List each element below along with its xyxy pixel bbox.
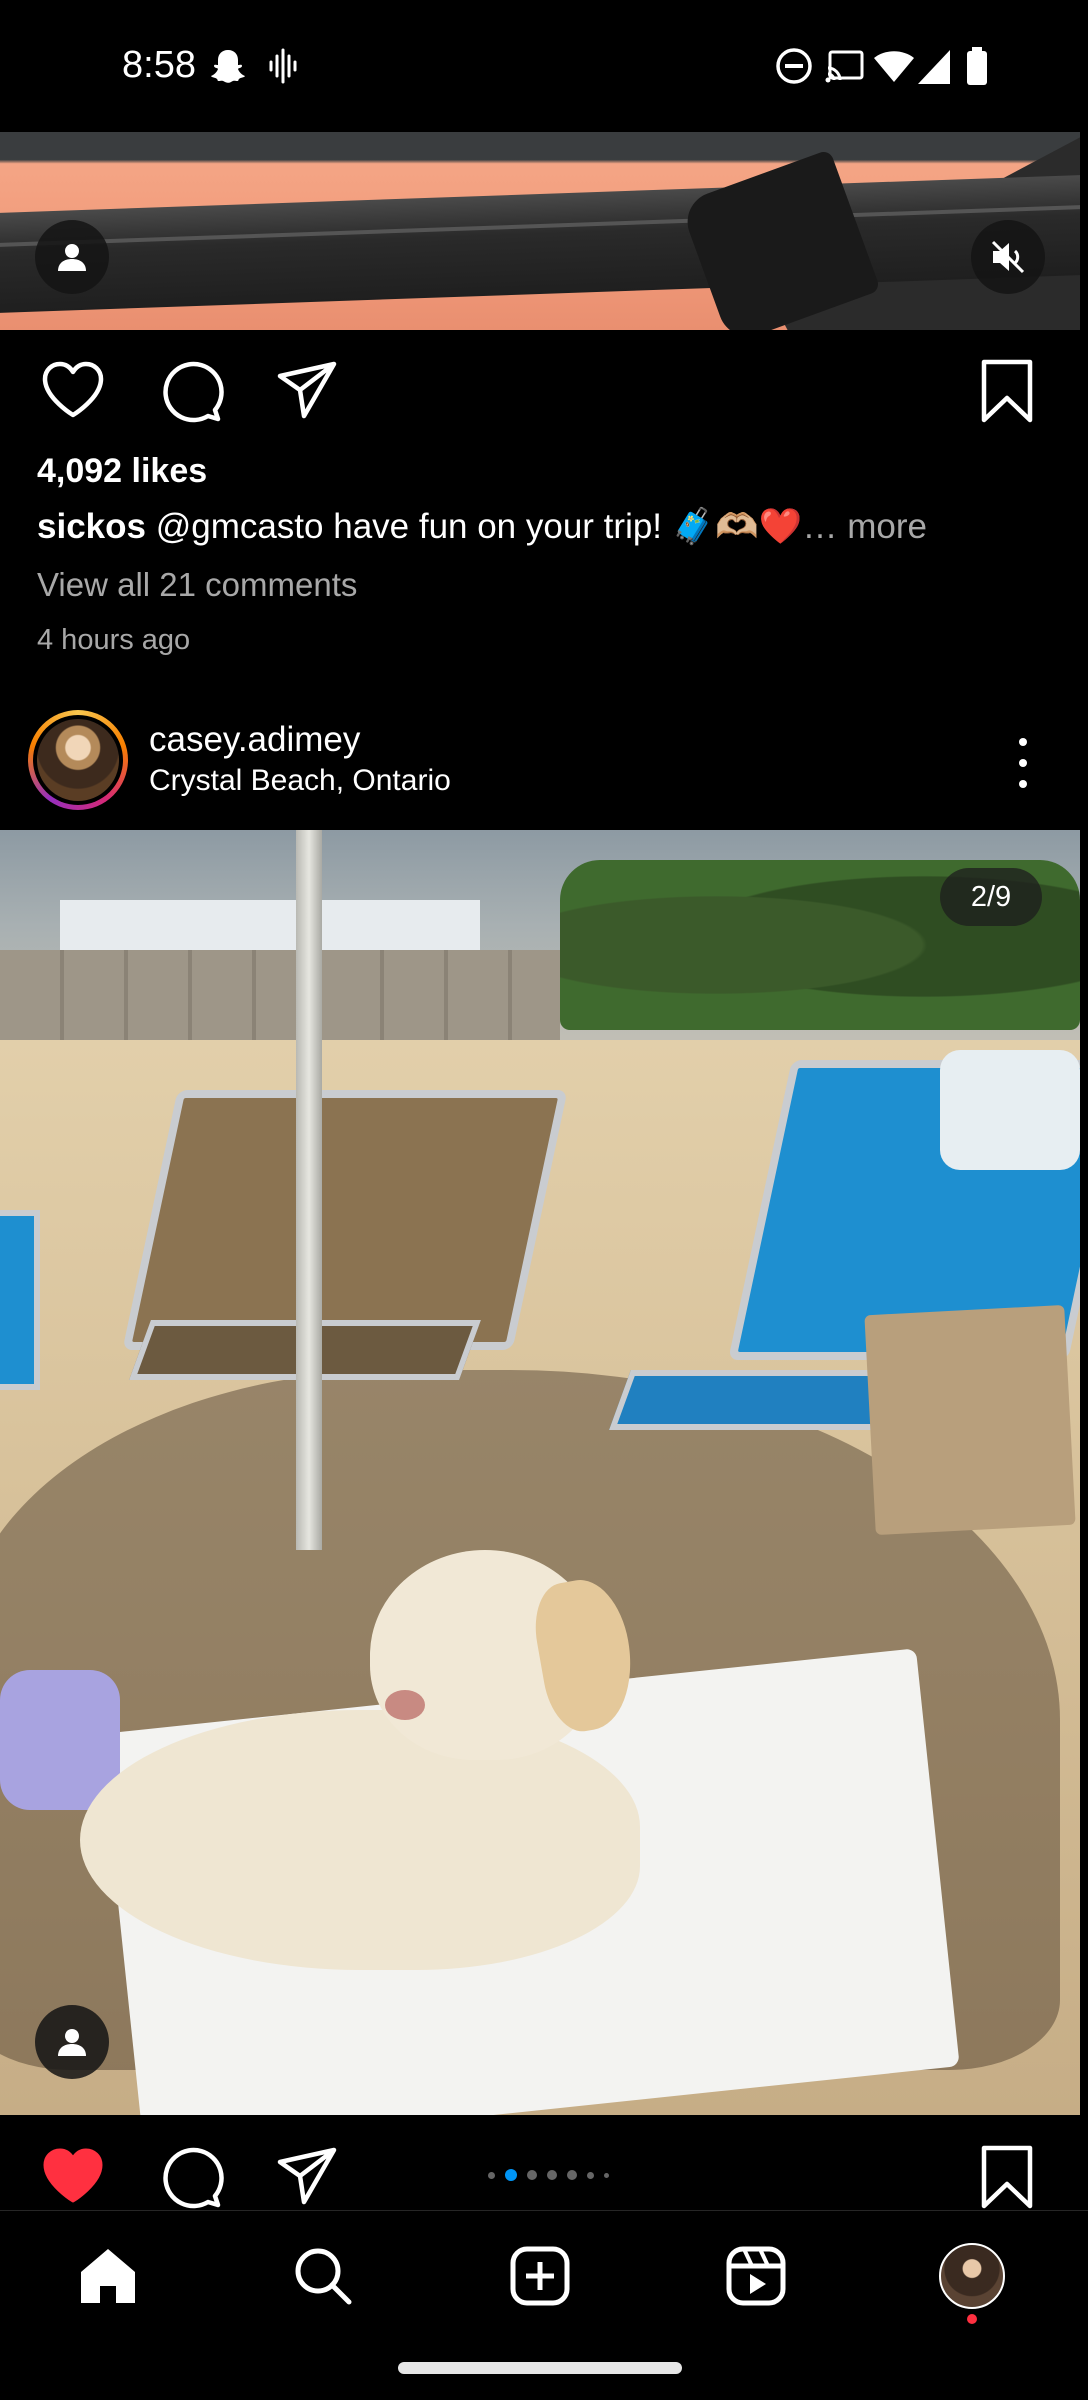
reels-icon bbox=[726, 2246, 786, 2306]
home-indicator[interactable] bbox=[398, 2362, 682, 2374]
notification-dot bbox=[967, 2314, 977, 2324]
wifi-icon bbox=[874, 51, 914, 82]
carousel-counter: 2/9 bbox=[940, 868, 1042, 926]
caption-more-link[interactable]: … more bbox=[803, 507, 927, 546]
carousel-dot bbox=[488, 2171, 495, 2179]
carousel-dot bbox=[547, 2170, 557, 2180]
carousel-indicator bbox=[488, 2168, 609, 2182]
battery-icon bbox=[967, 47, 987, 85]
create-icon bbox=[510, 2246, 570, 2306]
avatar bbox=[37, 719, 119, 801]
user-tag-icon bbox=[58, 244, 86, 271]
blue-chair-left bbox=[0, 1210, 40, 1390]
nav-home[interactable] bbox=[73, 2241, 143, 2311]
mute-button[interactable] bbox=[971, 220, 1045, 294]
previous-post-actions bbox=[0, 344, 1088, 434]
post-timestamp: 4 hours ago bbox=[37, 624, 191, 656]
heart-filled-icon[interactable] bbox=[40, 2144, 106, 2210]
post-location[interactable]: Crystal Beach, Ontario bbox=[149, 764, 451, 798]
do-not-disturb-icon bbox=[776, 48, 812, 84]
caption-username[interactable]: sickos bbox=[37, 507, 146, 546]
story-avatar[interactable] bbox=[28, 710, 128, 810]
view-comments-link[interactable]: View all 21 comments bbox=[37, 566, 357, 604]
signal-icon bbox=[918, 50, 950, 84]
previous-post-media[interactable] bbox=[0, 132, 1080, 330]
dog bbox=[40, 1530, 660, 1990]
likes-count[interactable]: 4,092 likes bbox=[37, 452, 207, 491]
umbrella-pole bbox=[296, 830, 322, 1550]
nav-profile[interactable] bbox=[937, 2241, 1007, 2311]
carousel-dot-active bbox=[505, 2169, 517, 2181]
comment-icon[interactable] bbox=[158, 358, 224, 424]
nav-search[interactable] bbox=[288, 2241, 358, 2311]
user-tag-icon bbox=[58, 2029, 86, 2056]
more-options-icon[interactable] bbox=[1008, 738, 1038, 788]
status-bar: 8:58 bbox=[0, 0, 1088, 132]
carousel-dot bbox=[527, 2170, 537, 2180]
profile-avatar bbox=[939, 2243, 1005, 2309]
post-username[interactable]: casey.adimey bbox=[149, 720, 360, 760]
cast-icon bbox=[825, 50, 864, 83]
shopping-bag bbox=[864, 1304, 1076, 1536]
comment-icon[interactable] bbox=[158, 2144, 224, 2210]
caption-text: @gmcasto have fun on your trip! 🧳🫶🏼❤️ bbox=[145, 507, 803, 546]
bookmark-icon[interactable] bbox=[974, 2144, 1040, 2210]
post-header: casey.adimey Crystal Beach, Ontario bbox=[0, 702, 1088, 824]
home-icon bbox=[81, 2249, 135, 2303]
share-icon[interactable] bbox=[274, 358, 340, 424]
user-tag-button[interactable] bbox=[35, 220, 109, 294]
snapchat-icon bbox=[211, 50, 245, 83]
heart-icon[interactable] bbox=[40, 358, 106, 424]
carousel-dot bbox=[604, 2172, 609, 2178]
shirt bbox=[940, 1050, 1080, 1170]
user-tag-button[interactable] bbox=[35, 2005, 109, 2079]
status-time: 8:58 bbox=[122, 44, 196, 86]
bookmark-icon[interactable] bbox=[974, 358, 1040, 424]
carousel-dot bbox=[567, 2170, 577, 2180]
search-icon bbox=[295, 2248, 352, 2305]
caption[interactable]: sickos @gmcasto have fun on your trip! 🧳… bbox=[37, 506, 927, 547]
share-icon[interactable] bbox=[274, 2144, 340, 2210]
carousel-dot bbox=[587, 2171, 594, 2179]
voice-icon bbox=[269, 48, 297, 84]
post-photo[interactable] bbox=[0, 830, 1080, 2115]
nav-create[interactable] bbox=[505, 2241, 575, 2311]
mute-icon bbox=[991, 240, 1025, 274]
bottom-nav bbox=[0, 2210, 1088, 2340]
tan-beach-chair bbox=[122, 1090, 568, 1350]
nav-reels[interactable] bbox=[721, 2241, 791, 2311]
